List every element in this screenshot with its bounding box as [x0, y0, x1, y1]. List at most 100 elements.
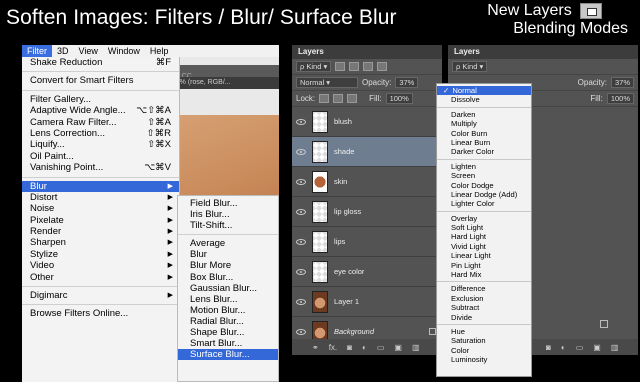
link-icon[interactable]: ⚭ [312, 343, 319, 352]
layer-name[interactable]: lips [334, 237, 345, 246]
blend-mode-hard-light[interactable]: Hard Light [437, 232, 531, 241]
opacity-field[interactable]: 37% [395, 77, 419, 88]
visibility-eye-icon[interactable] [296, 208, 306, 215]
filter-menu-item-filter-gallery[interactable]: Filter Gallery... [22, 94, 179, 105]
blend-mode-color[interactable]: Color [437, 346, 531, 355]
filter-menu-item-other[interactable]: Other ▶ [22, 272, 179, 283]
type-filter-icon[interactable] [363, 62, 374, 71]
visibility-eye-icon[interactable] [296, 328, 306, 335]
blur-menu-item-blur-more[interactable]: Blur More [178, 260, 278, 271]
layers-tab[interactable]: Layers [292, 45, 442, 59]
layer-name[interactable]: lip gloss [334, 207, 361, 216]
layer-row[interactable]: lips [292, 227, 442, 257]
filter-menu-item-video[interactable]: Video ▶ [22, 260, 179, 271]
blur-menu-item-motion-blur[interactable]: Motion Blur... [178, 305, 278, 316]
filter-menu-item-adaptive-wide-angle[interactable]: Adaptive Wide Angle... ⌥⇧⌘A [22, 105, 179, 116]
blur-menu-item-box-blur[interactable]: Box Blur... [178, 272, 278, 283]
mask-icon[interactable]: ◙ [347, 343, 352, 352]
menu-3d[interactable]: 3D [52, 45, 74, 57]
filter-menu-item-sharpen[interactable]: Sharpen ▶ [22, 237, 179, 248]
filter-menu-item-oil-paint[interactable]: Oil Paint... [22, 151, 179, 162]
filter-menu-item-pixelate[interactable]: Pixelate ▶ [22, 215, 179, 226]
kind-filter-right[interactable]: ρ Kind ▾ [452, 61, 488, 72]
new-layer-icon[interactable]: ▣ [394, 343, 402, 352]
blend-mode-normal[interactable]: ✓ Normal [437, 86, 531, 96]
blend-mode-linear-light[interactable]: Linear Light [437, 251, 531, 260]
blur-menu-item-smart-blur[interactable]: Smart Blur... [178, 338, 278, 349]
blend-mode-darken[interactable]: Darken [437, 110, 531, 119]
blur-menu-item-shape-blur[interactable]: Shape Blur... [178, 327, 278, 338]
filter-menu-item-vanishing-point[interactable]: Vanishing Point... ⌥⌘V [22, 162, 179, 173]
filter-menu-item-convert-for-smart-filters[interactable]: Convert for Smart Filters [22, 75, 179, 86]
visibility-eye-icon[interactable] [296, 118, 306, 125]
layer-name[interactable]: Background [334, 327, 374, 336]
blend-mode-color-burn[interactable]: Color Burn [437, 129, 531, 138]
filter-menu-item-liquify[interactable]: Liquify... ⇧⌘X [22, 139, 179, 150]
blend-mode-lighten[interactable]: Lighten [437, 162, 531, 171]
blend-mode-saturation[interactable]: Saturation [437, 336, 531, 345]
blur-menu-item-iris-blur[interactable]: Iris Blur... [178, 209, 278, 220]
layer-name[interactable]: blush [334, 117, 352, 126]
filter-menu-item-noise[interactable]: Noise ▶ [22, 203, 179, 214]
filter-menu-item-shake-reduction[interactable]: Shake Reduction ⌘F [22, 57, 179, 68]
blend-mode-subtract[interactable]: Subtract [437, 303, 531, 312]
blend-mode-soft-light[interactable]: Soft Light [437, 223, 531, 232]
blur-menu-item-surface-blur[interactable]: Surface Blur... [178, 349, 278, 361]
filter-menu-item-blur[interactable]: Blur ▶ [22, 180, 179, 192]
blend-mode-lighter-color[interactable]: Lighter Color [437, 199, 531, 208]
blend-mode-screen[interactable]: Screen [437, 171, 531, 180]
visibility-eye-icon[interactable] [296, 238, 306, 245]
lock-pixels-icon[interactable] [319, 94, 330, 103]
blur-menu-item-lens-blur[interactable]: Lens Blur... [178, 294, 278, 305]
opacity-field-right[interactable]: 37% [610, 77, 634, 88]
new-layer-icon-right[interactable]: ▣ [593, 343, 601, 352]
blend-mode-exclusion[interactable]: Exclusion [437, 294, 531, 303]
filter-menu-item-camera-raw-filter[interactable]: Camera Raw Filter... ⇧⌘A [22, 117, 179, 128]
blend-mode-vivid-light[interactable]: Vivid Light [437, 242, 531, 251]
blend-mode-multiply[interactable]: Multiply [437, 119, 531, 128]
adjustment-filter-icon[interactable] [349, 62, 360, 71]
layer-name[interactable]: shade [334, 147, 354, 156]
folder-icon-right[interactable]: ▭ [576, 343, 584, 352]
image-filter-icon[interactable] [335, 62, 346, 71]
blend-mode-dissolve[interactable]: Dissolve [437, 95, 531, 104]
blend-mode-darker-color[interactable]: Darker Color [437, 147, 531, 156]
visibility-eye-icon[interactable] [296, 298, 306, 305]
layer-name[interactable]: Layer 1 [334, 297, 359, 306]
blend-mode-hue[interactable]: Hue [437, 327, 531, 336]
blend-mode-linear-dodge-add[interactable]: Linear Dodge (Add) [437, 190, 531, 199]
fill-field[interactable]: 100% [385, 93, 413, 104]
blend-mode-overlay[interactable]: Overlay [437, 214, 531, 223]
layer-row[interactable]: eye color [292, 257, 442, 287]
mask-icon-right[interactable]: ◙ [546, 343, 551, 352]
filter-menu-item-render[interactable]: Render ▶ [22, 226, 179, 237]
layer-name[interactable]: eye color [334, 267, 364, 276]
menu-filter[interactable]: Filter [22, 45, 52, 57]
filter-menu-item-distort[interactable]: Distort ▶ [22, 192, 179, 203]
fill-field-right[interactable]: 100% [606, 93, 634, 104]
menu-window[interactable]: Window [103, 45, 145, 57]
visibility-eye-icon[interactable] [296, 268, 306, 275]
layer-row[interactable]: lip gloss [292, 197, 442, 227]
blur-menu-item-field-blur[interactable]: Field Blur... [178, 198, 278, 209]
visibility-eye-icon[interactable] [296, 178, 306, 185]
layer-name[interactable]: skin [334, 177, 347, 186]
layer-row[interactable]: skin [292, 167, 442, 197]
blur-menu-item-blur[interactable]: Blur [178, 249, 278, 260]
blend-mode-luminosity[interactable]: Luminosity [437, 355, 531, 364]
lock-all-icon[interactable] [347, 94, 358, 103]
menu-view[interactable]: View [74, 45, 103, 57]
adjustment-icon-right[interactable]: ◐ [561, 343, 566, 352]
filter-menu-item-digimarc[interactable]: Digimarc ▶ [22, 290, 179, 301]
shape-filter-icon[interactable] [377, 62, 388, 71]
filter-menu-item-lens-correction[interactable]: Lens Correction... ⇧⌘R [22, 128, 179, 139]
filter-menu-item-stylize[interactable]: Stylize ▶ [22, 249, 179, 260]
blend-mode-divide[interactable]: Divide [437, 313, 531, 322]
layer-row[interactable]: blush [292, 107, 442, 137]
kind-filter[interactable]: ρ Kind ▾ [296, 61, 332, 72]
blur-menu-item-radial-blur[interactable]: Radial Blur... [178, 316, 278, 327]
menu-help[interactable]: Help [145, 45, 174, 57]
fx-button[interactable]: fx. [329, 343, 337, 352]
adjustment-icon[interactable]: ◐ [362, 343, 367, 352]
blur-menu-item-average[interactable]: Average [178, 238, 278, 249]
